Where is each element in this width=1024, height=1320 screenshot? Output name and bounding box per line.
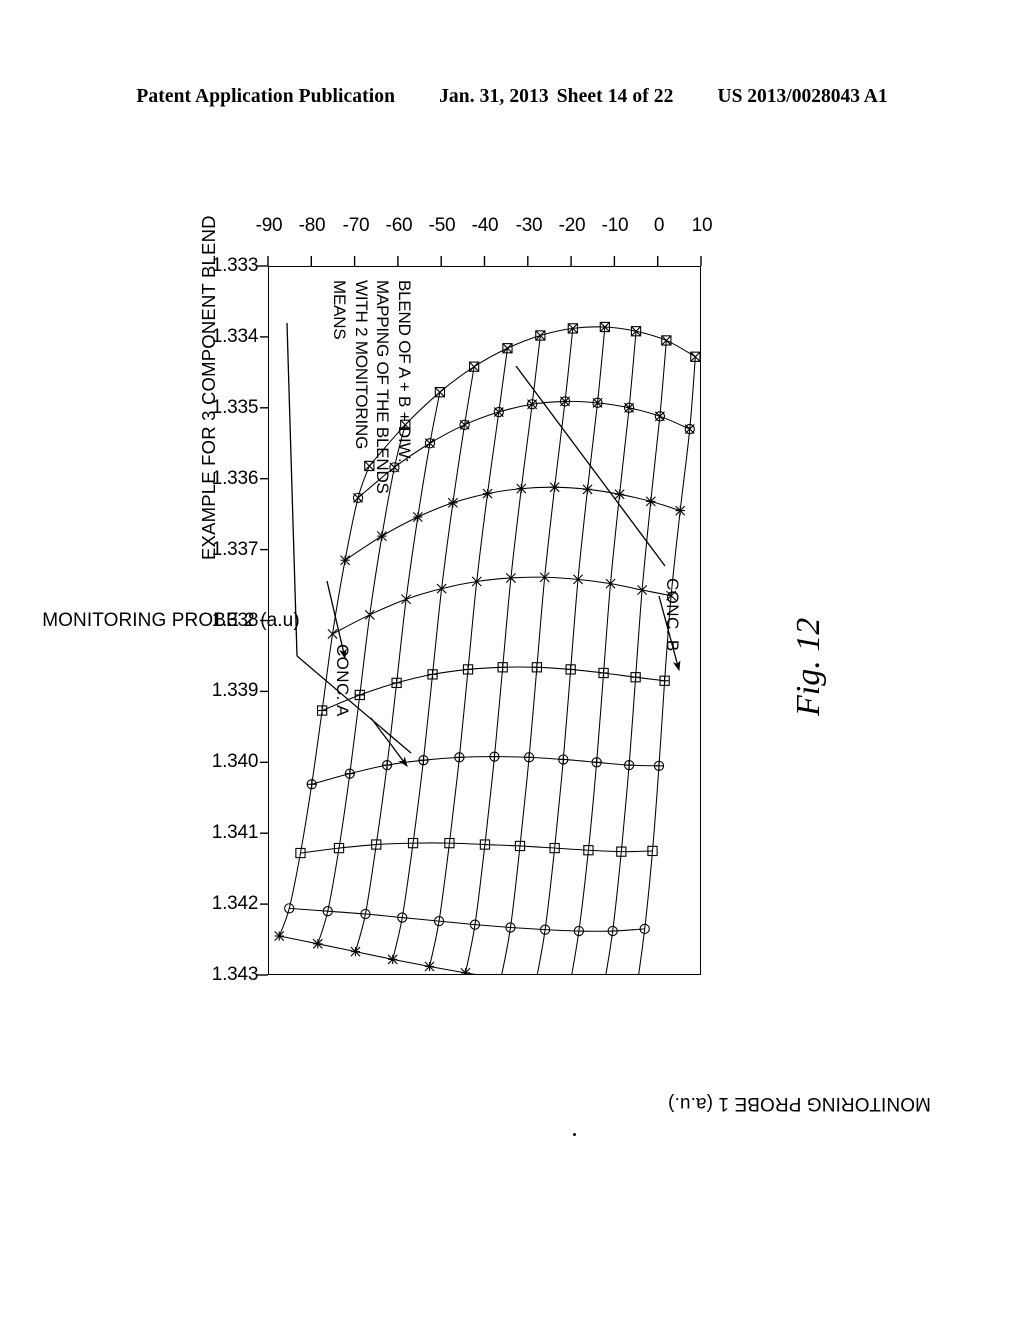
y-tick-label: -50 [428,215,456,236]
mesh-data-point [340,555,351,566]
mesh-data-point [558,754,569,765]
y-tick-label: -80 [298,215,326,236]
y-tick-label: 10 [691,215,713,236]
chart-plot-area: BLEND OF A + B + DIW: MAPPING OF THE BLE… [42,215,712,985]
mesh-row-line [535,326,606,975]
mesh-data-point [630,672,641,683]
y-tick-label: -10 [601,215,629,236]
mesh-data-point [381,759,393,771]
mesh-data-point [427,669,438,680]
conc-a-label: CONC. A [333,644,352,717]
mesh-data-point [591,757,602,768]
mesh-column-line [279,935,637,975]
mesh-data-point [350,946,361,957]
mesh-row-line [464,335,541,973]
mesh-data-point [454,752,465,763]
figure-12: BLEND OF A + B + DIW: MAPPING OF THE BLE… [0,0,1024,1320]
mesh-data-point [516,483,527,494]
mesh-data-point [387,954,398,965]
mesh-data-point [306,779,317,790]
mesh-data-point [531,662,543,673]
x-axis-title: MONITORING PROBE 2 (a.u) [42,609,300,631]
conc-b-label: CONC. B [663,578,682,652]
mesh-data-point [565,664,576,675]
mesh-row-line [602,340,667,975]
figure-caption: Fig. 12 [790,617,827,716]
mesh-data-point [344,768,355,779]
page-artifact-dot [573,1133,576,1136]
mesh-data-point [424,438,436,449]
mesh-data-point [447,497,458,508]
x-tick-label: 1.342 [211,893,259,915]
mesh-data-point [489,751,500,762]
x-tick-label: 1.340 [211,751,259,773]
mesh-data-point [675,505,686,516]
conc-a-arrow-secondary [370,717,408,768]
mesh-row-line [635,356,696,975]
conc-a-guide-line-lower [286,322,298,657]
mesh-data-point [582,484,593,495]
mesh-column-line [332,576,672,635]
mesh-column-line [300,842,653,854]
mesh-data-point [523,752,535,763]
mesh-data-point [549,482,560,493]
mesh-data-point [623,759,635,771]
y-tick-label: 0 [653,215,664,236]
y-tick-label: -30 [515,215,543,236]
mesh-data-point [495,973,506,975]
y-tick-label: -40 [472,215,499,236]
mesh-data-point [645,496,656,507]
mesh-column-line [368,326,696,467]
mesh-data-point [412,511,423,522]
mesh-data-point [497,662,508,673]
mesh-data-point [659,675,670,686]
mesh-data-point [653,760,665,771]
figure-main-title: EXAMPLE FOR 3 COMPONENT BLEND [198,215,219,560]
y-tick-label: -70 [342,215,370,236]
x-tick-label: 1.339 [211,680,259,702]
mesh-data-point [418,755,429,766]
mesh-data-point [462,664,474,675]
mesh-data-point [316,705,328,716]
mesh-row-line [500,328,574,975]
mesh-data-point [391,677,402,689]
mesh-column-line [344,486,681,561]
mesh-data-point [434,387,446,398]
x-tick-label: 1.341 [211,822,259,844]
y-tick-label: -90 [255,215,283,236]
mesh-data-point [424,961,435,972]
mesh-data-point [352,492,364,503]
mesh-column-line [311,756,660,785]
mesh-row-line [428,348,508,967]
y-tick-label: -20 [558,215,586,236]
mesh-column-line [321,666,665,712]
mesh-data-point [312,938,323,949]
mesh-data-point [274,931,285,941]
mesh-data-point [376,531,387,542]
mesh-column-line [289,907,645,932]
conc-b-guide-line [515,365,666,567]
mesh-data-point [354,689,365,701]
y-tick-label: -60 [385,215,413,236]
mesh-data-point [614,489,625,500]
mesh-data-point [460,967,471,975]
blend-annotation-text: BLEND OF A + B + DIW: MAPPING OF THE BLE… [330,280,415,494]
y-axis-title: MONITORING PROBE 1 (a.u.) [668,1093,931,1114]
mesh-row-line [568,331,637,975]
x-tick-label: 1.343 [211,964,259,985]
mesh-data-point [482,488,493,499]
mesh-data-point [598,667,609,679]
